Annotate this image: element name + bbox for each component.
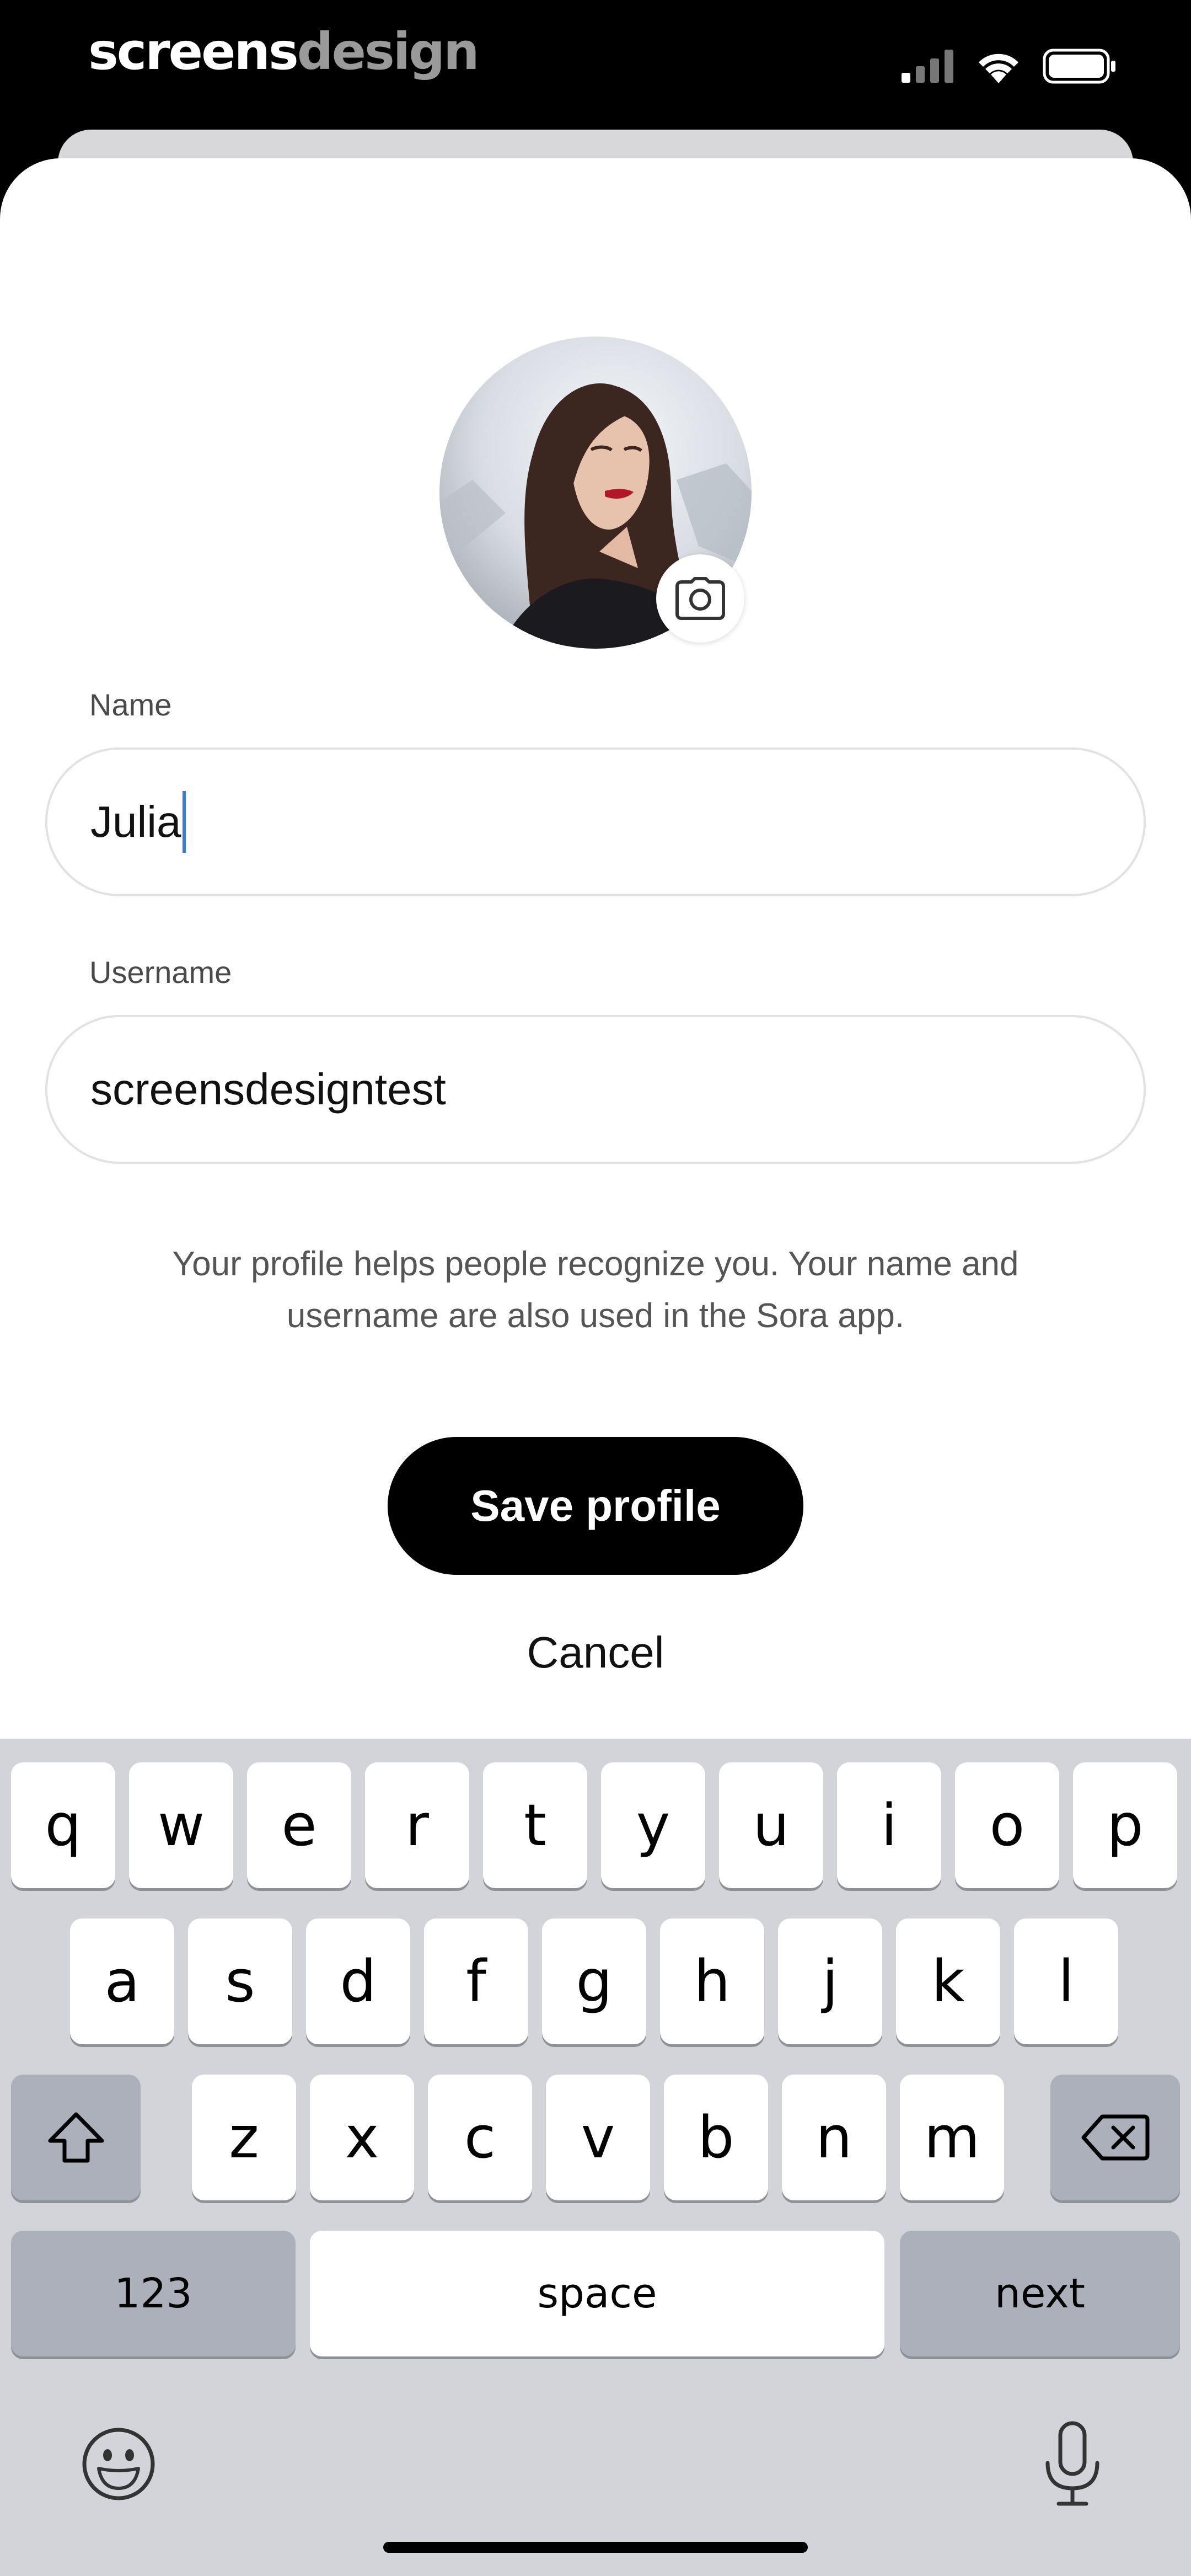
- keyboard: q w e r t y u i o p a s d f g h j k l z …: [0, 1739, 1191, 2576]
- app-screen: screensdesign Name Julia Username screen…: [0, 0, 1191, 2576]
- helper-text: Your profile helps people recognize you.…: [172, 1245, 1019, 1335]
- cancel-button[interactable]: Cancel: [430, 1627, 761, 1678]
- key-l[interactable]: l: [1014, 1918, 1118, 2044]
- microphone-icon: [1045, 2421, 1099, 2506]
- text-caret: [182, 791, 186, 853]
- shift-key[interactable]: [11, 2075, 141, 2200]
- key-n[interactable]: n: [782, 2075, 886, 2200]
- key-f[interactable]: f: [424, 1918, 528, 2044]
- key-y[interactable]: y: [601, 1762, 705, 1888]
- key-s[interactable]: s: [188, 1918, 292, 2044]
- key-q[interactable]: q: [11, 1762, 115, 1888]
- camera-icon: [675, 577, 725, 620]
- emoji-icon: [82, 2428, 155, 2500]
- key-t[interactable]: t: [483, 1762, 587, 1888]
- delete-key[interactable]: [1050, 2075, 1180, 2200]
- key-p[interactable]: p: [1073, 1762, 1177, 1888]
- key-w[interactable]: w: [129, 1762, 233, 1888]
- change-photo-button[interactable]: [656, 554, 744, 643]
- name-field[interactable]: Julia: [45, 747, 1146, 896]
- key-v[interactable]: v: [546, 2075, 650, 2200]
- brand-logo: screensdesign: [88, 22, 480, 81]
- numbers-key[interactable]: 123: [11, 2231, 296, 2356]
- key-c[interactable]: c: [428, 2075, 532, 2200]
- key-e[interactable]: e: [247, 1762, 351, 1888]
- key-m[interactable]: m: [900, 2075, 1004, 2200]
- cellular-signal-icon: [902, 50, 953, 83]
- key-o[interactable]: o: [955, 1762, 1059, 1888]
- home-indicator[interactable]: [383, 2542, 808, 2553]
- save-profile-button[interactable]: Save profile: [388, 1437, 803, 1575]
- username-field[interactable]: screensdesigntest: [45, 1015, 1146, 1164]
- key-x[interactable]: x: [310, 2075, 414, 2200]
- brand-logo-part1: screens: [88, 22, 299, 81]
- battery-icon: [1043, 49, 1115, 84]
- key-a[interactable]: a: [70, 1918, 174, 2044]
- shift-icon: [48, 2112, 104, 2163]
- key-r[interactable]: r: [365, 1762, 469, 1888]
- key-g[interactable]: g: [542, 1918, 646, 2044]
- status-icons: [902, 49, 1117, 84]
- space-key[interactable]: space: [310, 2231, 884, 2356]
- key-d[interactable]: d: [306, 1918, 410, 2044]
- key-z[interactable]: z: [192, 2075, 296, 2200]
- next-key[interactable]: next: [900, 2231, 1180, 2356]
- name-value: Julia: [90, 797, 181, 846]
- brand-logo-part2: design: [297, 22, 480, 81]
- key-b[interactable]: b: [664, 2075, 768, 2200]
- username-value: screensdesigntest: [90, 1065, 446, 1114]
- wifi-icon: [979, 54, 1018, 83]
- key-h[interactable]: h: [660, 1918, 764, 2044]
- delete-icon: [1081, 2114, 1149, 2161]
- emoji-button[interactable]: [77, 2423, 160, 2505]
- key-i[interactable]: i: [837, 1762, 941, 1888]
- key-j[interactable]: j: [778, 1918, 882, 2044]
- key-u[interactable]: u: [719, 1762, 823, 1888]
- name-label: Name: [89, 687, 172, 722]
- microphone-button[interactable]: [1031, 2417, 1114, 2511]
- key-k[interactable]: k: [896, 1918, 1000, 2044]
- username-label: Username: [89, 955, 232, 990]
- status-bar: screensdesign: [0, 0, 1191, 127]
